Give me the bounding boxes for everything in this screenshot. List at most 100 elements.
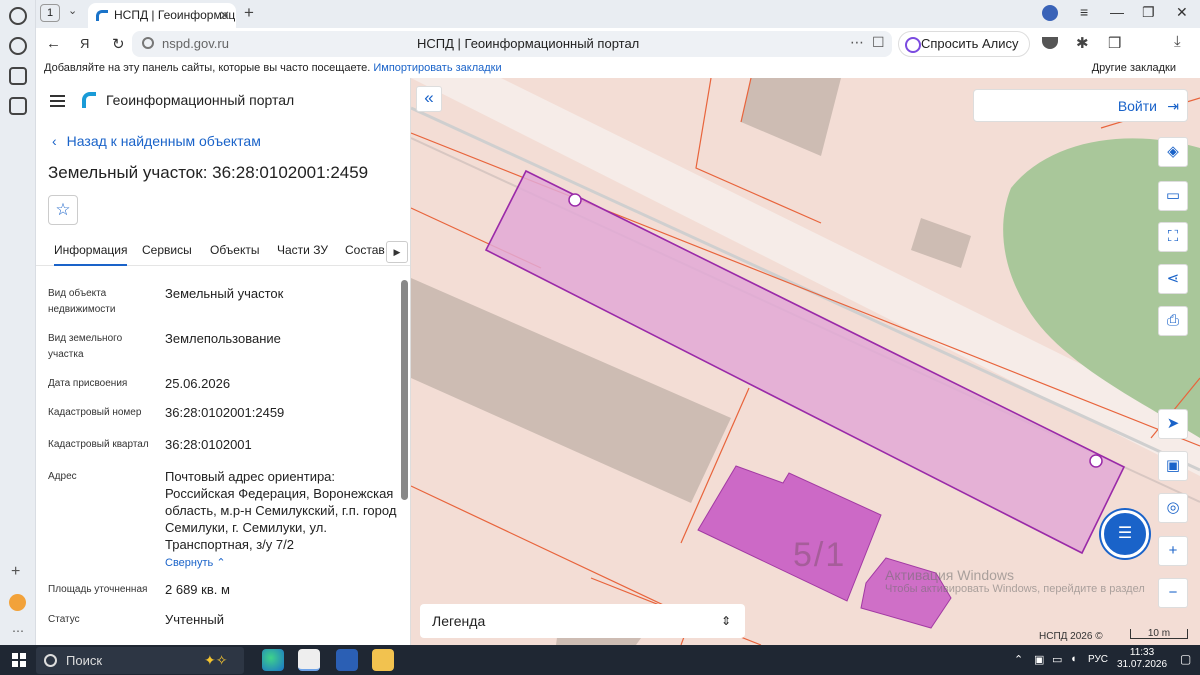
menu-icon[interactable]: ≡ bbox=[1080, 4, 1088, 20]
sparkle-icon: ✦✧ bbox=[204, 652, 228, 668]
chevron-up-icon: ⌃ bbox=[216, 557, 226, 569]
notifications-icon[interactable]: ▢ bbox=[1180, 652, 1191, 666]
app-8-icon[interactable] bbox=[9, 67, 27, 85]
profile-avatar[interactable] bbox=[1042, 5, 1058, 21]
object-title: Земельный участок: 36:28:0102001:2459 bbox=[48, 163, 369, 182]
back-to-results-link[interactable]: ‹ Назад к найденным объектам bbox=[52, 133, 261, 149]
bookmarks-hint: Добавляйте на эту панель сайты, которые … bbox=[44, 62, 371, 74]
layers-button[interactable]: ◈ bbox=[1158, 137, 1188, 167]
camera-tray-icon[interactable]: ▣ bbox=[1034, 653, 1044, 666]
minimap-button[interactable]: ▣ bbox=[1158, 451, 1188, 481]
collapse-panel-button[interactable]: « bbox=[416, 86, 442, 112]
tab-active[interactable]: НСПД | Геоинформационный портал ✕ bbox=[88, 3, 236, 28]
legend-select[interactable]: Легенда ⇕ bbox=[420, 604, 745, 638]
bookmark-icon[interactable]: ☐ bbox=[872, 34, 885, 51]
site-info-icon[interactable] bbox=[142, 37, 154, 49]
copyright-label: НСПД 2026 © bbox=[1039, 631, 1103, 642]
field-label-object-type: Вид объекта недвижимости bbox=[48, 288, 116, 315]
file-explorer-icon[interactable] bbox=[372, 649, 394, 671]
history-icon[interactable] bbox=[9, 7, 27, 25]
url-bar[interactable]: nspd.gov.ru НСПД | Геоинформационный пор… bbox=[132, 31, 892, 57]
volume-icon[interactable]: ◖ bbox=[1070, 653, 1077, 665]
collapse-address-link[interactable]: Свернуть ⌃ bbox=[165, 556, 226, 569]
collections-icon[interactable]: ❒ bbox=[1108, 34, 1121, 52]
browser-sidebar: + ⋯ bbox=[0, 0, 36, 645]
field-value-date: 25.06.2026 bbox=[165, 376, 231, 391]
other-bookmarks[interactable]: Другие закладки bbox=[1092, 62, 1176, 74]
share-button[interactable]: ⋖ bbox=[1158, 264, 1188, 294]
tab-parcel-parts[interactable]: Части ЗУ bbox=[277, 243, 328, 257]
field-value-cadastral-number: 36:28:0102001:2459 bbox=[165, 405, 285, 420]
tabs-next-button[interactable]: ▶ bbox=[386, 241, 408, 263]
language-indicator[interactable]: РУС bbox=[1088, 654, 1108, 665]
address-bar-row: ← Я ↻ nspd.gov.ru НСПД | Геоинформационн… bbox=[36, 28, 1200, 75]
yandex-icon[interactable]: Я bbox=[80, 36, 89, 51]
field-value-cadastral-quarter: 36:28:0102001 bbox=[165, 437, 252, 452]
more-dots-icon[interactable]: ⋯ bbox=[850, 34, 864, 51]
favorite-star-button[interactable]: ☆ bbox=[48, 195, 78, 225]
building-block bbox=[911, 218, 971, 268]
zoom-out-button[interactable]: − bbox=[1158, 578, 1188, 608]
tray-chevron-icon[interactable]: ⌃ bbox=[1014, 653, 1023, 666]
geolocation-button[interactable]: ➤ bbox=[1158, 409, 1188, 439]
portal-name[interactable]: Геоинформационный портал bbox=[106, 92, 294, 108]
taskbar-clock[interactable]: 11:33 31.07.2026 bbox=[1117, 647, 1167, 671]
ruler-button[interactable]: ▭ bbox=[1158, 181, 1188, 211]
downloads-icon[interactable]: ⤓ bbox=[1174, 33, 1181, 50]
tab-services[interactable]: Сервисы bbox=[142, 243, 192, 257]
search-location-button[interactable]: ◎ bbox=[1158, 493, 1188, 523]
field-label-address: Адрес bbox=[48, 471, 77, 482]
reload-icon[interactable]: ↻ bbox=[112, 35, 125, 53]
tab-objects[interactable]: Объекты bbox=[210, 243, 260, 257]
gallery-icon[interactable] bbox=[9, 97, 27, 115]
url-text[interactable]: nspd.gov.ru bbox=[162, 36, 229, 51]
field-label-parcel-type: Вид земельного участка bbox=[48, 333, 123, 360]
yandex-browser-icon[interactable] bbox=[298, 649, 320, 671]
field-value-address: Почтовый адрес ориентира: Российская Фед… bbox=[165, 469, 397, 552]
object-info-panel: Геоинформационный портал ‹ Назад к найден… bbox=[36, 78, 411, 645]
play-icon[interactable] bbox=[9, 37, 27, 55]
taskbar-search[interactable]: Поиск ✦✧ bbox=[36, 647, 244, 674]
add-icon[interactable]: + bbox=[11, 563, 20, 581]
close-window-icon[interactable]: ✕ bbox=[1176, 4, 1188, 21]
ask-alice-button[interactable]: Спросить Алису AI bbox=[898, 31, 1030, 75]
login-button[interactable]: Войти ⇥ bbox=[973, 89, 1188, 122]
word-icon[interactable] bbox=[336, 649, 358, 671]
zoom-in-button[interactable]: + bbox=[1158, 536, 1188, 566]
tab-count[interactable]: 1 bbox=[40, 4, 60, 22]
tab-title: НСПД | Геоинформационный портал bbox=[114, 8, 236, 22]
scale-bar: 10 m bbox=[1130, 629, 1188, 639]
more-icon[interactable]: ⋯ bbox=[12, 624, 24, 638]
up-down-chevron-icon: ⇕ bbox=[720, 614, 731, 628]
building-parcel[interactable] bbox=[697, 465, 882, 602]
tab-composition[interactable]: Состав bbox=[345, 243, 385, 257]
windows-taskbar: Поиск ✦✧ ⌃ ▣ ▭ ◖ РУС 11:33 31.07.2026 ▢ bbox=[0, 645, 1200, 675]
extensions-icon[interactable]: ✱ bbox=[1076, 34, 1089, 52]
network-icon[interactable]: ▭ bbox=[1052, 653, 1062, 666]
windows-start-icon[interactable] bbox=[12, 653, 26, 667]
plot-number-label: 5/1 bbox=[793, 536, 847, 574]
back-icon[interactable]: ← bbox=[46, 35, 61, 52]
mail-icon[interactable] bbox=[9, 594, 26, 611]
close-tab-icon[interactable]: ✕ bbox=[219, 3, 230, 28]
protect-icon[interactable] bbox=[1042, 37, 1058, 49]
panel-scrollbar[interactable] bbox=[401, 280, 408, 500]
parcel-vertex-handle[interactable] bbox=[1089, 454, 1103, 468]
chevron-down-icon[interactable]: ⌄ bbox=[68, 4, 77, 17]
tab-information[interactable]: Информация bbox=[54, 243, 128, 266]
import-bookmarks-link[interactable]: Импортировать закладки bbox=[373, 62, 501, 74]
edge-icon[interactable] bbox=[262, 649, 284, 671]
field-value-parcel-type: Землепользование bbox=[165, 331, 281, 346]
select-area-button[interactable]: ⛶ bbox=[1158, 222, 1188, 252]
restore-icon[interactable]: ❐ bbox=[1142, 4, 1155, 21]
windows-activation-watermark: Активация Windows Чтобы активировать Win… bbox=[885, 567, 1145, 595]
map-view[interactable]: 5/1 Активация Windows Чтобы активировать… bbox=[411, 78, 1200, 645]
building-block bbox=[741, 78, 841, 156]
print-button[interactable]: ⎙ bbox=[1158, 306, 1188, 336]
menu-icon[interactable] bbox=[50, 95, 65, 107]
chat-button[interactable]: ☰ bbox=[1101, 510, 1149, 558]
new-tab-icon[interactable]: + bbox=[244, 3, 254, 23]
field-value-area: 2 689 кв. м bbox=[165, 582, 230, 597]
minimize-icon[interactable]: — bbox=[1110, 4, 1124, 20]
parcel-vertex-handle[interactable] bbox=[568, 193, 582, 207]
